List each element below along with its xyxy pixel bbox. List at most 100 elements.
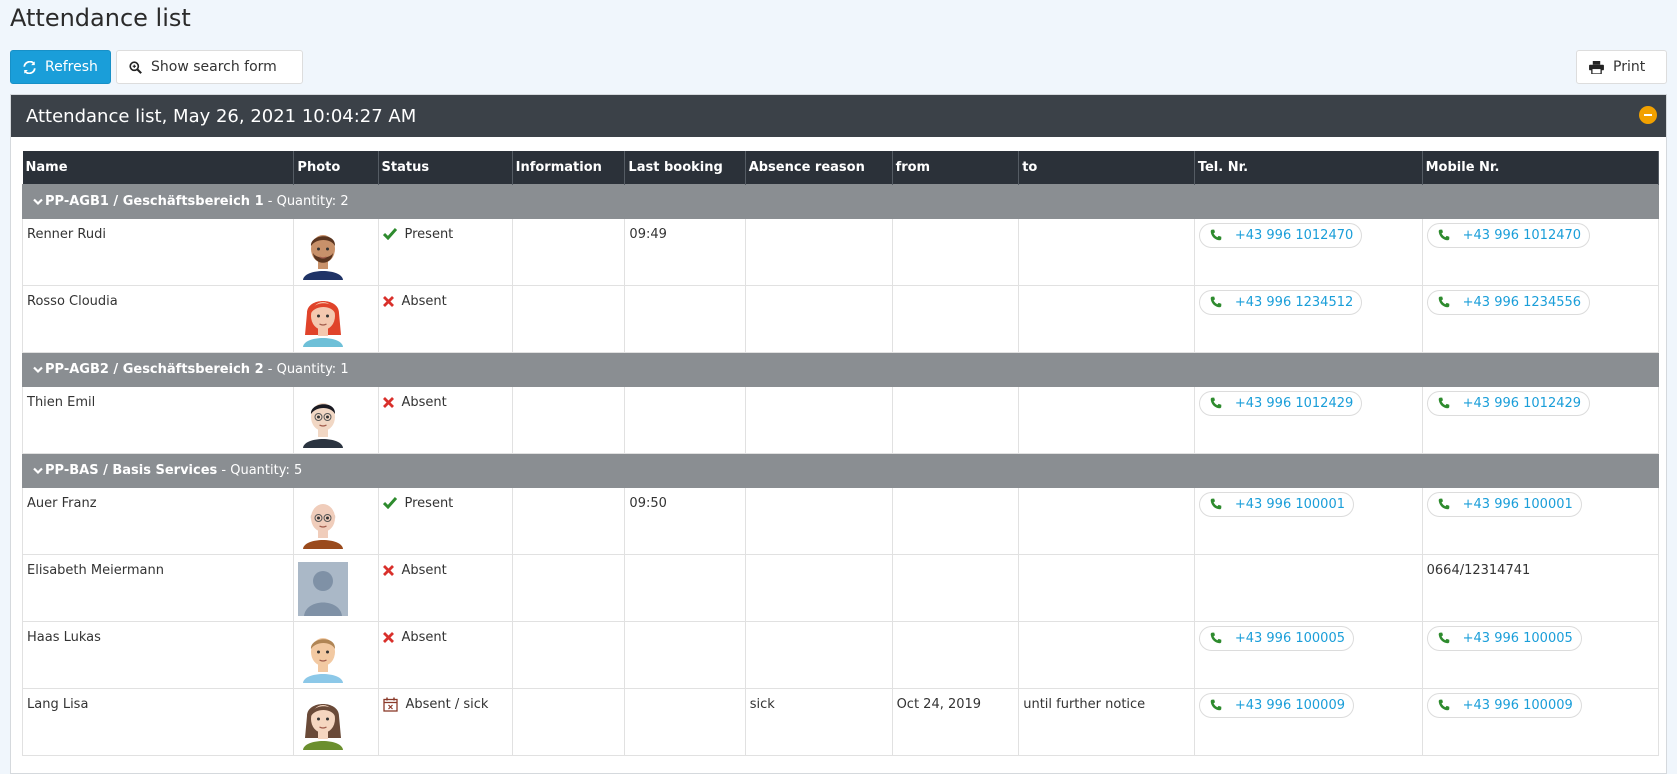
status-label: Absent [401, 562, 447, 578]
group-row[interactable]: PP-AGB2 / Geschäftsbereich 2 - Quantity:… [22, 351, 1659, 387]
photo-cell [293, 687, 379, 756]
information-cell [511, 284, 626, 353]
photo-cell [293, 284, 379, 353]
tel-cell: +43 996 1012429 [1193, 385, 1423, 454]
tel-link-number: +43 996 1012470 [1234, 227, 1354, 243]
table-row[interactable]: Haas Lukas Absent +43 996 100005 +43 996 10… [21, 620, 1660, 689]
chevron-down-icon [33, 366, 43, 373]
show-search-form-button[interactable]: Show search form [116, 50, 303, 84]
x-icon [382, 631, 394, 643]
avatar-icon [303, 234, 344, 280]
mobile-link[interactable]: +43 996 1012429 [1426, 390, 1591, 416]
photo-cell [293, 553, 379, 622]
avatar-icon [303, 637, 344, 683]
x-icon [382, 295, 394, 307]
absence-reason-cell [744, 217, 893, 286]
tel-cell: +43 996 1234512 [1193, 284, 1423, 353]
refresh-label: Refresh [45, 59, 98, 75]
avatar-icon [303, 402, 344, 448]
table-header-row: Name Photo Status Information Last booki… [22, 151, 1660, 184]
col-header-from[interactable]: from [892, 151, 1020, 184]
col-header-to[interactable]: to [1018, 151, 1195, 184]
group-row[interactable]: PP-AGB1 / Geschäftsbereich 1 - Quantity:… [22, 183, 1659, 219]
col-header-photo[interactable]: Photo [293, 151, 379, 184]
col-header-name[interactable]: Name [22, 151, 295, 184]
mobile-cell: +43 996 1012470 [1421, 217, 1660, 286]
to-cell: until further notice [1018, 687, 1195, 756]
name-cell: Auer Franz [21, 486, 295, 555]
print-button[interactable]: Print [1576, 50, 1667, 84]
tel-link[interactable]: +43 996 100009 [1198, 692, 1354, 718]
mobile-link[interactable]: +43 996 100005 [1426, 625, 1582, 651]
group-cell[interactable]: PP-BAS / Basis Services - Quantity: 5 [22, 452, 1659, 488]
col-header-tel[interactable]: Tel. Nr. [1194, 151, 1423, 184]
mobile-link[interactable]: +43 996 1012470 [1426, 222, 1591, 248]
mobile-cell: +43 996 1012429 [1421, 385, 1660, 454]
mobile-link[interactable]: +43 996 1234556 [1426, 289, 1591, 315]
photo-cell [293, 217, 379, 286]
col-header-mobile[interactable]: Mobile Nr. [1422, 151, 1660, 184]
from-cell [891, 284, 1020, 353]
information-cell [511, 620, 626, 689]
status-cell: Absent / sick [377, 687, 513, 756]
status: Present [382, 226, 508, 242]
status-cell: Present [377, 486, 513, 555]
table-row[interactable]: Renner Rudi Present 09:49 +43 996 1012470 +4… [21, 217, 1660, 286]
phone-icon [1438, 498, 1449, 510]
phone-icon [1438, 229, 1449, 241]
name-cell: Elisabeth Meiermann [21, 553, 295, 622]
tel-cell [1193, 553, 1423, 622]
minus-icon [1644, 114, 1652, 116]
group-cell[interactable]: PP-AGB2 / Geschäftsbereich 2 - Quantity:… [22, 351, 1659, 387]
x-icon [382, 396, 394, 408]
page-title: Attendance list [10, 4, 191, 32]
table-row[interactable]: Lang Lisa Absent / sick sick Oct 24, 2019 un… [21, 687, 1660, 756]
information-cell [511, 486, 626, 555]
group-quantity: - Quantity: 2 [263, 193, 349, 209]
col-header-information[interactable]: Information [512, 151, 626, 184]
table-row[interactable]: Elisabeth Meiermann Absent 0664/12314741 [21, 553, 1660, 622]
tel-link[interactable]: +43 996 1012470 [1198, 222, 1363, 248]
table-row[interactable]: Rosso Cloudia Absent +43 996 1234512 +43 99… [21, 284, 1660, 353]
status-label: Present [404, 226, 454, 242]
mobile-link-number: +43 996 1012470 [1462, 227, 1582, 243]
tel-link-number: +43 996 100005 [1234, 630, 1345, 646]
status-label: Absent [401, 394, 447, 410]
from-cell [891, 553, 1020, 622]
col-header-last-booking[interactable]: Last booking [624, 151, 746, 184]
tel-link[interactable]: +43 996 100005 [1198, 625, 1354, 651]
from-cell [891, 217, 1020, 286]
tel-cell: +43 996 100001 [1193, 486, 1423, 555]
refresh-button[interactable]: Refresh [10, 50, 111, 84]
tel-link[interactable]: +43 996 1234512 [1198, 289, 1363, 315]
mobile-link-number: +43 996 100005 [1462, 630, 1573, 646]
phone-icon [1438, 397, 1449, 409]
tel-link[interactable]: +43 996 100001 [1198, 491, 1354, 517]
mobile-link-number: +43 996 100001 [1462, 496, 1573, 512]
search-label: Show search form [151, 59, 277, 75]
phone-icon [1210, 397, 1222, 409]
absence-reason-cell [744, 553, 893, 622]
group-row[interactable]: PP-BAS / Basis Services - Quantity: 5 [22, 452, 1659, 488]
status-cell: Present [377, 217, 513, 286]
tel-link-number: +43 996 1012429 [1234, 395, 1354, 411]
tel-link-number: +43 996 1234512 [1234, 294, 1354, 310]
group-cell[interactable]: PP-AGB1 / Geschäftsbereich 1 - Quantity:… [22, 183, 1659, 219]
attendance-table: Name Photo Status Information Last booki… [21, 151, 1660, 756]
avatar-icon [303, 300, 344, 347]
mobile-link[interactable]: +43 996 100001 [1426, 491, 1582, 517]
group-quantity: - Quantity: 1 [263, 361, 349, 377]
panel-title: Attendance list, May 26, 2021 10:04:27 A… [26, 105, 417, 127]
tel-link[interactable]: +43 996 1012429 [1198, 390, 1363, 416]
mobile-link[interactable]: +43 996 100009 [1426, 692, 1582, 718]
table-row[interactable]: Thien Emil Absent +43 996 1012429 +43 996 1… [21, 385, 1660, 454]
last-booking-cell [624, 620, 746, 689]
col-header-status[interactable]: Status [378, 151, 513, 184]
to-cell [1018, 385, 1195, 454]
information-cell [511, 217, 626, 286]
col-header-absence-reason[interactable]: Absence reason [745, 151, 893, 184]
table-row[interactable]: Auer Franz Present 09:50 +43 996 100001 +43 … [21, 486, 1660, 555]
phone-icon [1438, 296, 1449, 308]
collapse-button[interactable] [1639, 106, 1657, 124]
phone-icon [1210, 632, 1222, 644]
